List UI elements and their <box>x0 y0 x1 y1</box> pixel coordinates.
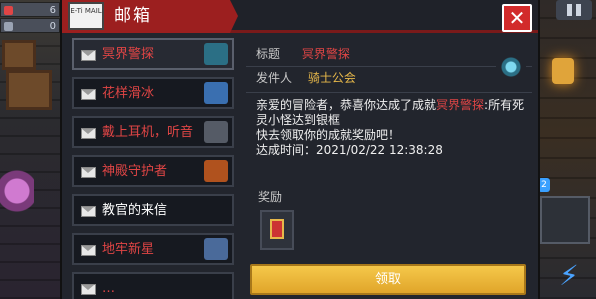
envelope-icon <box>81 50 96 61</box>
pause-button[interactable] <box>556 0 592 20</box>
mail-item[interactable]: … <box>72 272 234 299</box>
mail-list: 冥界警探花样滑冰戴上耳机，听音 神殿守护者教官的来信地牢新星 … <box>72 38 234 299</box>
mail-item[interactable]: 冥界警探 <box>72 38 234 70</box>
close-button[interactable]: ✕ <box>502 4 532 32</box>
envelope-icon <box>81 167 96 178</box>
shield-icon <box>4 22 13 31</box>
mail-item[interactable]: 神殿守护者 <box>72 155 234 187</box>
title-value: 冥界警探 <box>301 47 350 61</box>
mail-item[interactable]: 地牢新星 <box>72 233 234 265</box>
ghost-badge-icon <box>496 52 526 82</box>
mail-detail: 标题 冥界警探 发件人 骑士公会 亲爱的冒险者，恭喜你达成了成就冥界警探:所有死… <box>246 38 532 299</box>
reward-label: 奖励 <box>258 190 283 204</box>
envelope-icon <box>81 206 96 217</box>
divider <box>246 66 532 67</box>
player-character-left <box>0 170 34 230</box>
mail-logo-icon: E-Ti MAIL <box>68 2 104 30</box>
sender-row: 发件人 骑士公会 <box>256 70 356 86</box>
mail-item-label: … <box>102 281 115 296</box>
mail-item-label: 冥界警探 <box>102 47 155 62</box>
sender-key: 发件人 <box>256 71 293 85</box>
mail-item-label: 地牢新星 <box>102 242 155 257</box>
envelope-icon <box>81 128 96 139</box>
bg-crate <box>6 70 52 110</box>
mail-item[interactable]: 教官的来信 <box>72 194 234 226</box>
mail-item-label: 戴上耳机，听音 <box>102 125 194 140</box>
mail-item[interactable]: 花样滑冰 <box>72 77 234 109</box>
body-line-2: 快去领取你的成就奖励吧！ <box>256 128 401 142</box>
bg-crate <box>2 40 36 70</box>
hud-stat-2: 0 <box>0 18 60 33</box>
divider <box>246 92 532 93</box>
dialog-title: 邮箱 <box>114 6 152 26</box>
hud-stat-1: 6 <box>0 2 60 17</box>
mail-item-label: 神殿守护者 <box>102 164 168 179</box>
claim-button[interactable]: 领取 <box>250 264 526 295</box>
lightning-skill-button[interactable]: ⚡ <box>556 258 582 294</box>
envelope-icon <box>81 89 96 100</box>
mail-item-label: 花样滑冰 <box>102 86 155 101</box>
mail-body: 亲爱的冒险者，恭喜你达成了成就冥界警探:所有死灵小怪达到银框 快去领取你的成就奖… <box>256 98 526 158</box>
sender-value: 骑士公会 <box>307 71 356 85</box>
headphone-book-icon <box>204 121 228 143</box>
body-line-3: 达成时间：2021/02/22 12:38:28 <box>256 143 443 157</box>
weapon-slot[interactable] <box>540 196 590 244</box>
skater-icon <box>204 82 228 104</box>
title-key: 标题 <box>256 47 281 61</box>
game-background-left: 6 0 <box>0 0 62 299</box>
reward-slot[interactable] <box>260 210 294 250</box>
reward-item-icon <box>270 219 284 239</box>
mail-item-label: 教官的来信 <box>102 203 168 218</box>
title-tab: E-Ti MAIL 邮箱 <box>62 0 238 33</box>
achievement-name: 冥界警探 <box>436 98 485 112</box>
body-line-1: 亲爱的冒险者，恭喜你达成了成就冥界警探:所有死灵小怪达到银框 <box>256 98 525 127</box>
torch-guardian-icon <box>204 160 228 182</box>
title-row: 标题 冥界警探 <box>256 46 350 62</box>
envelope-icon <box>81 284 96 295</box>
mail-item[interactable]: 戴上耳机，听音 <box>72 116 234 148</box>
mailbox-dialog: E-Ti MAIL 邮箱 ✕ 冥界警探 花样滑冰 戴上耳机，听音 神殿守护者 教官的来信… <box>60 0 540 299</box>
lantern-icon <box>552 58 574 84</box>
envelope-icon <box>81 245 96 256</box>
game-background-right <box>536 0 596 299</box>
pause-icon <box>567 4 572 16</box>
ghost-badge-icon <box>204 43 228 65</box>
rising-star-icon <box>204 238 228 260</box>
heart-icon <box>4 6 13 15</box>
